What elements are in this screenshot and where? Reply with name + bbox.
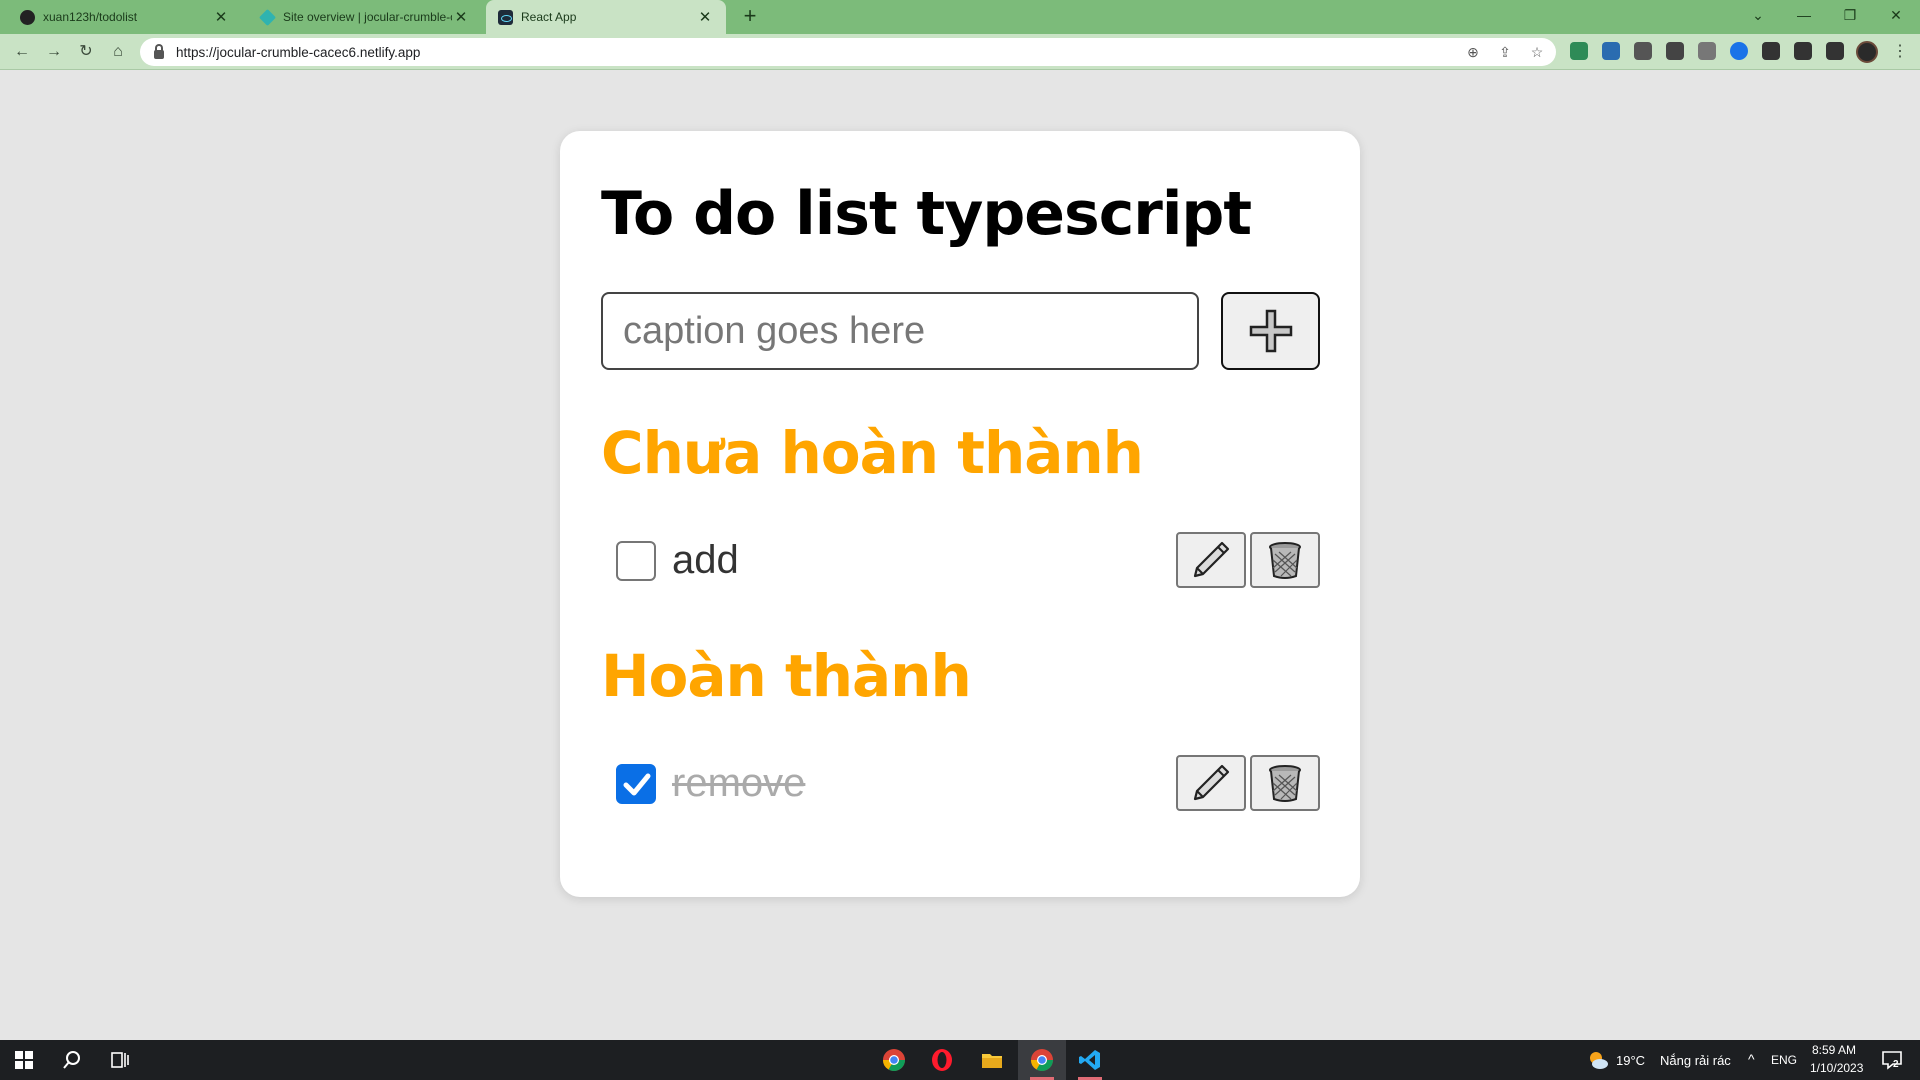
- check-icon: [623, 773, 651, 796]
- opera-icon[interactable]: [930, 1048, 954, 1072]
- edit-button[interactable]: [1176, 755, 1246, 811]
- home-icon[interactable]: ⌂: [106, 40, 130, 64]
- tab-netlify[interactable]: Site overview | jocular-crumble-c ✕: [248, 0, 482, 34]
- extension-icon[interactable]: [1634, 42, 1652, 60]
- weather-icon[interactable]: [1586, 1048, 1610, 1072]
- tab-strip: xuan123h/todolist ✕ Site overview | jocu…: [0, 0, 1920, 34]
- tab-search-icon[interactable]: ⌄: [1736, 0, 1780, 30]
- search-icon[interactable]: [60, 1048, 84, 1072]
- address-bar[interactable]: https://jocular-crumble-cacec6.netlify.a…: [140, 38, 1556, 66]
- windows-start-icon[interactable]: [12, 1048, 36, 1072]
- delete-button[interactable]: [1250, 532, 1320, 588]
- notification-count: 2: [1893, 1059, 1899, 1070]
- delete-button[interactable]: [1250, 755, 1320, 811]
- restore-button[interactable]: ❐: [1828, 0, 1872, 30]
- weather-text[interactable]: Nắng rải rác: [1660, 1053, 1731, 1068]
- github-icon: [20, 9, 35, 25]
- close-icon[interactable]: ✕: [212, 8, 230, 26]
- minimize-button[interactable]: —: [1782, 0, 1826, 30]
- new-tab-button[interactable]: +: [738, 5, 762, 29]
- url-text: https://jocular-crumble-cacec6.netlify.a…: [176, 44, 421, 60]
- tab-react-app[interactable]: React App ✕: [486, 0, 726, 34]
- trash-icon: [1269, 542, 1301, 579]
- extension-icon[interactable]: [1602, 42, 1620, 60]
- lock-icon: [154, 43, 164, 59]
- avatar[interactable]: [1856, 41, 1878, 63]
- extension-icon[interactable]: [1666, 42, 1684, 60]
- weather-temp[interactable]: 19°C: [1616, 1053, 1645, 1068]
- download-icon[interactable]: [1794, 42, 1812, 60]
- tab-title: React App: [521, 10, 577, 24]
- pencil-icon: [1193, 541, 1230, 578]
- plus-icon: [1249, 309, 1292, 353]
- bookmark-star-icon[interactable]: ☆: [1528, 44, 1546, 61]
- puzzle-icon[interactable]: [1762, 42, 1780, 60]
- close-icon[interactable]: ✕: [452, 8, 470, 26]
- netlify-icon: [259, 8, 276, 26]
- task-view-icon[interactable]: [108, 1048, 132, 1072]
- section-title-completed: Hoàn thành: [601, 642, 972, 710]
- close-icon[interactable]: ✕: [696, 8, 714, 26]
- forward-icon[interactable]: →: [42, 40, 66, 64]
- reload-icon[interactable]: ↻: [74, 40, 98, 64]
- caption-input[interactable]: [601, 292, 1199, 370]
- todo-text: remove: [672, 761, 806, 805]
- trash-icon: [1269, 765, 1301, 802]
- language-indicator[interactable]: ENG: [1771, 1053, 1797, 1067]
- tab-title: xuan123h/todolist: [43, 10, 138, 24]
- pencil-icon: [1193, 764, 1230, 801]
- section-title-incomplete: Chưa hoàn thành: [601, 419, 1144, 487]
- extension-icon[interactable]: [1570, 42, 1588, 60]
- chrome-icon[interactable]: [882, 1048, 906, 1072]
- todo-item: remove: [601, 755, 1320, 811]
- chrome-icon[interactable]: [1030, 1048, 1054, 1072]
- vscode-icon[interactable]: [1078, 1048, 1102, 1072]
- clock-date[interactable]: 1/10/2023: [1810, 1061, 1863, 1075]
- extension-icon[interactable]: [1730, 42, 1748, 60]
- tab-title: Site overview | jocular-crumble-c: [283, 10, 452, 24]
- share-icon[interactable]: ⇪: [1496, 44, 1514, 61]
- todo-item: add: [601, 532, 1320, 588]
- add-button[interactable]: [1221, 292, 1320, 370]
- todo-checkbox[interactable]: [616, 541, 656, 581]
- file-explorer-icon[interactable]: [980, 1048, 1004, 1072]
- todo-card: To do list typescript Chưa hoàn thành ad…: [560, 131, 1360, 897]
- extension-icon[interactable]: [1698, 42, 1716, 60]
- close-window-button[interactable]: ✕: [1874, 0, 1918, 30]
- todo-checkbox-checked[interactable]: [616, 764, 656, 804]
- tab-github[interactable]: xuan123h/todolist ✕: [8, 0, 242, 34]
- side-panel-icon[interactable]: [1826, 42, 1844, 60]
- page-title: To do list typescript: [601, 179, 1252, 249]
- todo-text: add: [672, 538, 739, 582]
- browser-toolbar: ← → ↻ ⌂ https://jocular-crumble-cacec6.n…: [0, 34, 1920, 70]
- react-icon: [498, 9, 513, 25]
- zoom-icon[interactable]: ⊕: [1464, 44, 1482, 61]
- notification-icon[interactable]: [1880, 1048, 1904, 1072]
- edit-button[interactable]: [1176, 532, 1246, 588]
- chevron-up-icon[interactable]: ^: [1748, 1051, 1755, 1067]
- back-icon[interactable]: ←: [10, 40, 34, 64]
- taskbar: 19°C Nắng rải rác ^ ENG 8:59 AM 1/10/202…: [0, 1040, 1920, 1080]
- menu-icon[interactable]: ⋮: [1888, 40, 1912, 64]
- clock-time[interactable]: 8:59 AM: [1812, 1043, 1856, 1057]
